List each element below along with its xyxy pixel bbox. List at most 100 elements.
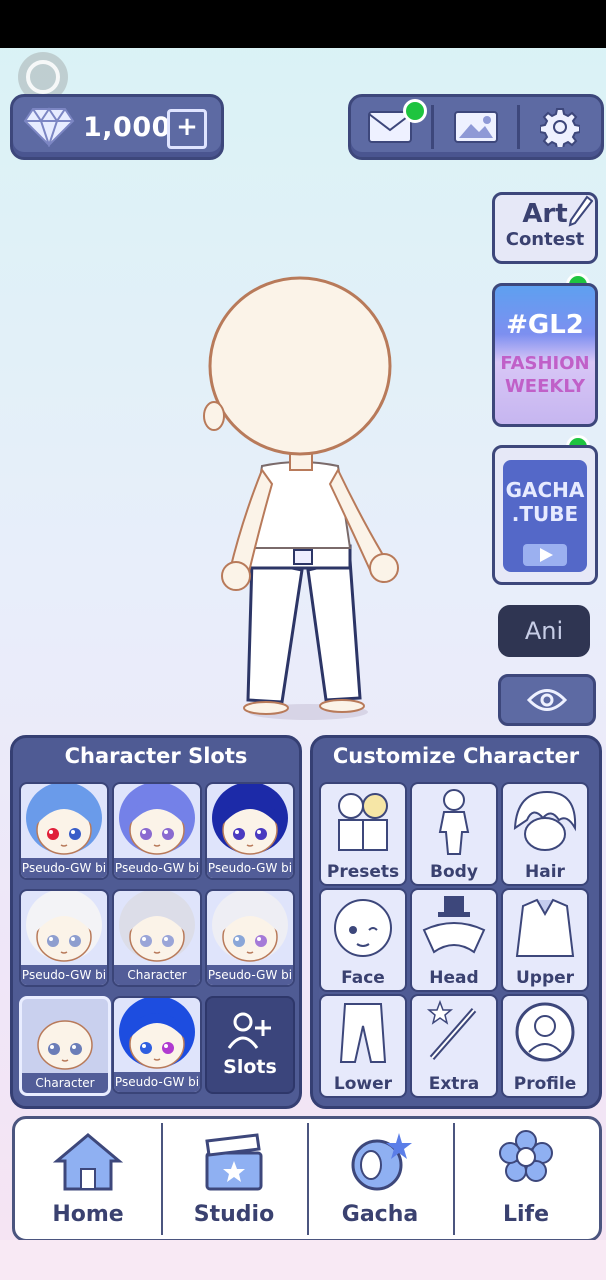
character-slot[interactable]: Pseudo-GW bi <box>205 889 295 987</box>
character-slot[interactable]: Pseudo-GW bi <box>112 782 202 880</box>
character-slot[interactable]: Character <box>112 889 202 987</box>
fashion-weekly-line1: FASHION <box>500 353 590 374</box>
character-slot[interactable]: Character <box>19 996 111 1096</box>
customize-profile-button[interactable]: Profile <box>501 994 589 1098</box>
play-icon <box>523 544 567 566</box>
customize-face-button[interactable]: Face <box>319 888 407 992</box>
character-slot-label: Character <box>114 965 200 985</box>
nav-studio[interactable]: Studio <box>161 1119 307 1239</box>
clapperboard-icon <box>205 1133 263 1191</box>
character-slot-label: Pseudo-GW bi <box>207 965 293 985</box>
character-slot[interactable]: Pseudo-GW bi <box>19 782 109 880</box>
art-contest-button[interactable]: Art Contest <box>492 192 598 264</box>
face-icon <box>334 899 392 957</box>
animation-toggle-button[interactable]: Ani <box>498 605 590 657</box>
character-portrait <box>119 891 195 962</box>
divider <box>517 105 520 149</box>
nav-home[interactable]: Home <box>15 1119 161 1239</box>
customize-label: Hair <box>525 862 565 882</box>
character-slot-label: Pseudo-GW bi <box>21 965 107 985</box>
nav-gacha[interactable]: Gacha <box>307 1119 453 1239</box>
customize-lower-button[interactable]: Lower <box>319 994 407 1098</box>
visibility-toggle-button[interactable] <box>498 674 596 726</box>
character-slot-label: Pseudo-GW bi <box>114 1072 200 1092</box>
character-portrait <box>119 784 195 855</box>
customize-label: Lower <box>333 1074 393 1094</box>
character-slot[interactable]: Pseudo-GW bi <box>112 996 202 1094</box>
nav-life[interactable]: Life <box>453 1119 599 1239</box>
lower-icon <box>339 1003 387 1063</box>
bottom-navigation: Home Studio Gacha Life <box>12 1116 602 1242</box>
gacha-tube-button[interactable]: GACHA .TUBE <box>492 445 598 585</box>
fashion-weekly-title: #GL2 <box>506 310 584 340</box>
customize-label: Profile <box>513 1074 577 1094</box>
character-slots-panel: Character Slots Pseudo-GW bi Pseudo-GW bi… <box>10 735 302 1109</box>
gacha-orb-icon <box>351 1133 412 1191</box>
pencil-icon <box>568 195 593 227</box>
status-bar <box>0 0 606 48</box>
character-slot-label: Character <box>22 1073 108 1093</box>
fashion-weekly-line2: WEEKLY <box>504 376 586 397</box>
customize-presets-button[interactable]: Presets <box>319 782 407 886</box>
upper-icon <box>515 898 575 957</box>
character-slot[interactable]: Pseudo-GW bi <box>19 889 109 987</box>
customize-head-button[interactable]: Head <box>410 888 498 992</box>
character-preview[interactable] <box>190 270 420 730</box>
character-slot-label: Pseudo-GW bi <box>21 858 107 878</box>
character-slot[interactable]: Pseudo-GW bi <box>205 782 295 880</box>
extra-icon <box>426 999 477 1060</box>
customize-label: Presets <box>326 862 400 882</box>
gallery-button[interactable] <box>449 107 503 147</box>
customize-character-title: Customize Character <box>332 744 580 768</box>
head-icon <box>422 896 486 954</box>
mail-notification-dot <box>403 99 427 123</box>
add-slots-button[interactable]: Slots <box>205 996 295 1094</box>
add-slots-label: Slots <box>223 1056 277 1078</box>
customize-label: Extra <box>428 1074 480 1094</box>
hair-icon <box>513 790 577 851</box>
body-icon <box>438 789 470 855</box>
character-slot-label: Pseudo-GW bi <box>114 858 200 878</box>
add-user-icon <box>227 1012 271 1049</box>
gacha-tube-line1: GACHA <box>505 478 585 502</box>
character-portrait <box>212 891 288 962</box>
gem-count: 1,000 <box>83 111 171 143</box>
divider <box>431 105 434 149</box>
eye-icon <box>527 689 567 711</box>
image-icon <box>454 111 498 143</box>
gear-icon <box>540 108 580 147</box>
customize-label: Head <box>429 968 479 988</box>
add-gems-video-button[interactable]: + <box>167 109 207 149</box>
character-portrait <box>37 1020 93 1070</box>
customize-body-button[interactable]: Body <box>410 782 498 886</box>
customize-character-panel: Customize Character Presets Body Hair Face H… <box>310 735 602 1109</box>
customize-label: Body <box>430 862 478 882</box>
nav-life-label: Life <box>502 1202 550 1227</box>
character-slot-label: Pseudo-GW bi <box>207 858 293 878</box>
nav-home-label: Home <box>52 1202 124 1227</box>
top-right-menu <box>348 94 604 160</box>
nav-gacha-label: Gacha <box>341 1202 419 1227</box>
customize-upper-button[interactable]: Upper <box>501 888 589 992</box>
character-slots-title: Character Slots <box>64 744 248 768</box>
customize-hair-button[interactable]: Hair <box>501 782 589 886</box>
character-portrait <box>212 784 288 855</box>
system-navigation-bar <box>0 1240 606 1280</box>
gacha-tube-line2: .TUBE <box>511 502 579 526</box>
house-icon <box>52 1133 124 1191</box>
presets-icon <box>338 793 388 851</box>
settings-button[interactable] <box>533 107 587 147</box>
tube-screen: GACHA .TUBE <box>503 460 587 572</box>
character-portrait <box>26 784 102 855</box>
fashion-weekly-button[interactable]: #GL2 FASHION WEEKLY <box>492 283 598 427</box>
gem-counter[interactable]: 1,000 + <box>10 94 224 160</box>
profile-icon <box>515 1002 575 1062</box>
nav-studio-label: Studio <box>193 1202 275 1227</box>
diamond-icon <box>23 107 75 147</box>
character-portrait <box>26 891 102 962</box>
character-portrait <box>119 998 195 1069</box>
customize-extra-button[interactable]: Extra <box>410 994 498 1098</box>
customize-label: Upper <box>515 968 575 988</box>
customize-label: Face <box>341 968 385 988</box>
flower-icon <box>499 1130 553 1182</box>
